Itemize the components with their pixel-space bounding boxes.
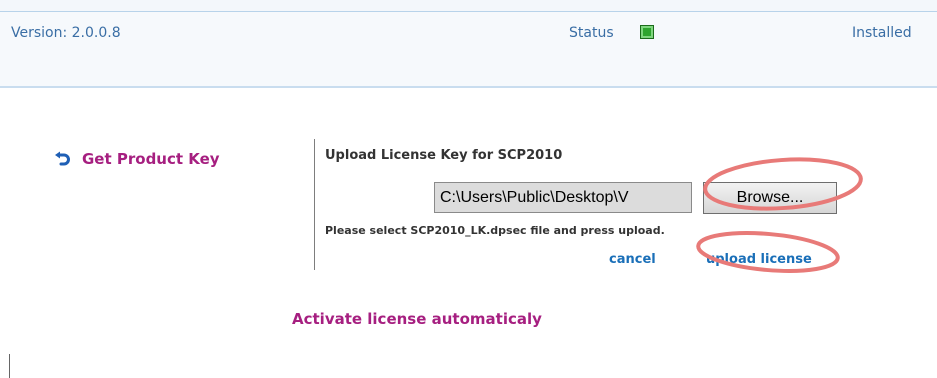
top-band — [0, 0, 937, 12]
upload-hint-text: Please select SCP2010_LK.dpsec file and … — [325, 224, 665, 237]
upload-section-title: Upload License Key for SCP2010 — [325, 148, 563, 163]
cancel-link[interactable]: cancel — [609, 252, 656, 267]
license-file-path-field[interactable]: C:\Users\Public\Desktop\V — [434, 182, 692, 213]
version-label: Version: 2.0.0.8 — [11, 25, 121, 41]
browse-button[interactable]: Browse... — [703, 182, 837, 214]
status-indicator-icon — [640, 25, 654, 39]
activate-license-automatically-link[interactable]: Activate license automaticaly — [292, 310, 542, 328]
status-label: Status — [569, 25, 614, 41]
undo-arrow-icon — [55, 151, 70, 165]
get-product-key-link[interactable]: Get Product Key — [54, 150, 220, 168]
installed-label: Installed — [852, 25, 912, 41]
info-bar — [0, 12, 937, 88]
section-divider — [314, 139, 315, 270]
get-product-key-label: Get Product Key — [82, 150, 220, 168]
left-border-tick — [9, 354, 10, 378]
upload-license-link[interactable]: upload license — [706, 252, 812, 267]
